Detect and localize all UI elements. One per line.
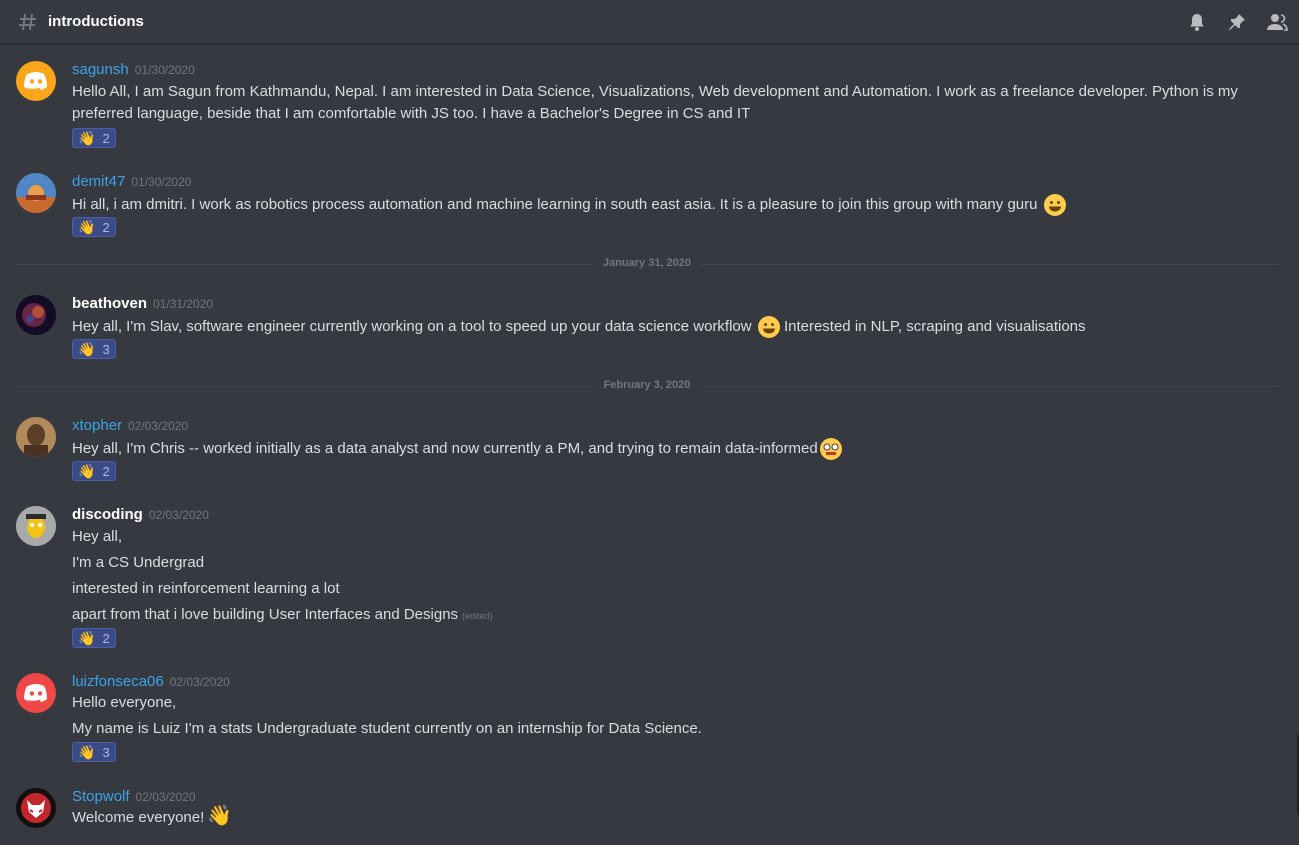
- wave-icon: 👋: [78, 630, 96, 646]
- timestamp: 01/31/2020: [153, 297, 214, 311]
- hash-icon: [17, 11, 39, 33]
- message-text: Hey all, I'm Slav, software engineer cur…: [72, 316, 1086, 338]
- date-divider: February 3, 2020: [16, 379, 1278, 391]
- reaction-count: 2: [102, 630, 110, 646]
- author-name[interactable]: beathoven: [72, 295, 147, 312]
- edited-label: (edited): [462, 611, 493, 621]
- avatar[interactable]: [16, 788, 56, 828]
- message-text: Hello everyone,: [72, 694, 177, 711]
- message-text: interested in reinforcement learning a l…: [72, 580, 340, 597]
- avatar[interactable]: [16, 295, 56, 335]
- wave-icon: 👋: [78, 341, 96, 357]
- wave-reaction[interactable]: 👋 2: [72, 217, 116, 237]
- channel-name: introductions: [48, 13, 144, 30]
- message-text: Hi all, i am dmitri. I work as robotics …: [72, 194, 1066, 216]
- reaction-count: 3: [102, 744, 110, 760]
- author-name[interactable]: demit47: [72, 173, 125, 190]
- members-icon[interactable]: [1265, 10, 1289, 34]
- author-name[interactable]: sagunsh: [72, 61, 129, 78]
- nerd-face-icon: [819, 438, 842, 460]
- wave-icon: 👋: [78, 130, 96, 146]
- channel-header: introductions: [0, 0, 1299, 44]
- wave-reaction[interactable]: 👋 3: [72, 742, 116, 762]
- message-text: Welcome everyone! 👋: [72, 805, 233, 827]
- message-text: Hey all, I'm Chris -- worked initially a…: [72, 438, 842, 460]
- wave-icon: 👋: [78, 463, 96, 479]
- timestamp: 02/03/2020: [169, 675, 230, 689]
- avatar[interactable]: [16, 173, 56, 213]
- date-divider-label: February 3, 2020: [593, 379, 701, 391]
- wave-icon: 👋: [78, 744, 96, 760]
- avatar[interactable]: [16, 61, 56, 101]
- author-name[interactable]: xtopher: [72, 417, 122, 434]
- avatar[interactable]: [16, 506, 56, 546]
- message-text: I'm a CS Undergrad: [72, 554, 205, 571]
- reaction-count: 2: [102, 219, 110, 235]
- author-name[interactable]: discoding: [72, 506, 143, 523]
- author-name[interactable]: Stopwolf: [72, 788, 130, 805]
- date-divider-label: January 31, 2020: [592, 257, 702, 269]
- wave-icon: 👋: [207, 805, 233, 827]
- reaction-count: 3: [102, 341, 110, 357]
- timestamp: 02/03/2020: [135, 790, 196, 804]
- wave-reaction[interactable]: 👋 2: [72, 461, 116, 481]
- timestamp: 01/30/2020: [131, 175, 192, 189]
- author-name[interactable]: luizfonseca06: [72, 673, 164, 690]
- avatar[interactable]: [16, 673, 56, 713]
- wave-reaction[interactable]: 👋 3: [72, 339, 116, 359]
- wave-icon: 👋: [78, 219, 96, 235]
- message-text: Hello All, I am Sagun from Kathmandu, Ne…: [72, 83, 1238, 100]
- message-text: My name is Luiz I'm a stats Undergraduat…: [72, 720, 702, 737]
- reaction-count: 2: [102, 463, 110, 479]
- pin-icon[interactable]: [1225, 10, 1249, 34]
- timestamp: 02/03/2020: [128, 419, 189, 433]
- message-list: sagunsh 01/30/2020 Hello All, I am Sagun …: [0, 45, 1299, 845]
- wave-reaction[interactable]: 👋 2: [72, 128, 116, 148]
- message-text: preferred language, beside that I am com…: [72, 105, 751, 122]
- timestamp: 01/30/2020: [134, 63, 195, 77]
- timestamp: 02/03/2020: [148, 508, 209, 522]
- grinning-face-icon: [757, 316, 780, 338]
- message-text: Hey all,: [72, 528, 123, 545]
- date-divider: January 31, 2020: [16, 257, 1278, 269]
- avatar[interactable]: [16, 417, 56, 457]
- grinning-face-icon: [1043, 194, 1066, 216]
- wave-reaction[interactable]: 👋 2: [72, 628, 116, 648]
- bell-icon[interactable]: [1185, 10, 1209, 34]
- message-text: apart from that i love building User Int…: [72, 606, 493, 623]
- reaction-count: 2: [102, 130, 110, 146]
